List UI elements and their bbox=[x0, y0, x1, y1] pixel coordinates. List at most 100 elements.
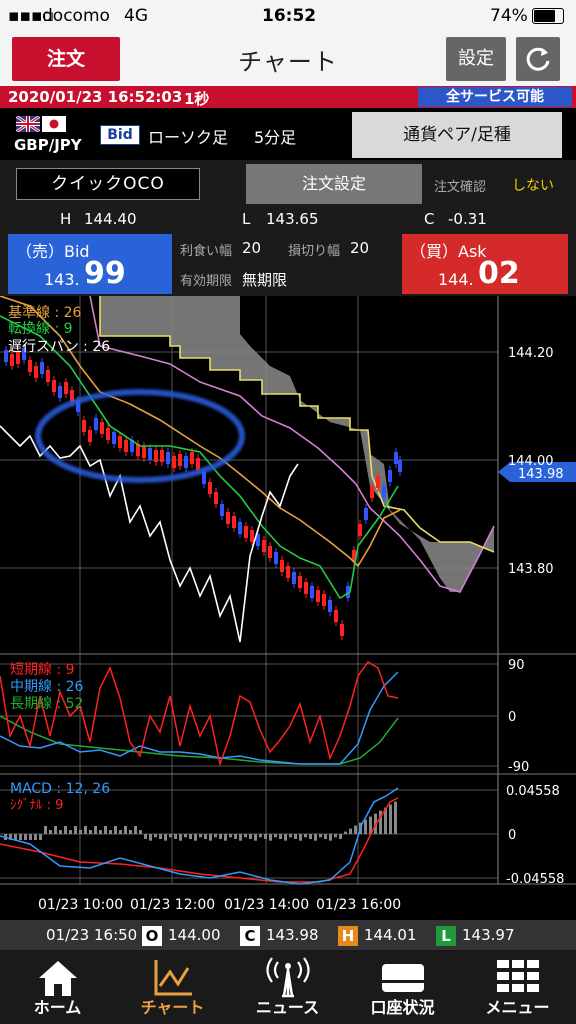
chart-area[interactable]: 143.98 144.20 144.00 143.80 基準線 : 26 転換線… bbox=[0, 295, 576, 920]
tab-account-label: 口座状況 bbox=[370, 998, 435, 1017]
tab-chart[interactable]: チャート bbox=[115, 950, 230, 1024]
candle-body bbox=[112, 432, 116, 444]
candle-body bbox=[106, 428, 110, 440]
macd-hist-bar bbox=[49, 830, 52, 834]
rci-y-tick-minus90: -90 bbox=[508, 760, 529, 775]
pair-name: GBP/JPY bbox=[14, 136, 82, 154]
macd-hist-bar bbox=[214, 834, 217, 838]
y-tick-144.00: 144.00 bbox=[508, 454, 554, 469]
expiry-value[interactable]: 無期限 bbox=[242, 269, 287, 290]
y-tick-144.20: 144.20 bbox=[508, 346, 554, 361]
server-datetime: 2020/01/23 16:52:03 bbox=[8, 88, 183, 106]
macd-hist-bar bbox=[34, 834, 37, 840]
order-confirm-value[interactable]: しない bbox=[512, 175, 554, 195]
tab-news[interactable]: ニュース bbox=[230, 950, 345, 1024]
macd-hist-bar bbox=[259, 834, 262, 838]
macd-hist-bar bbox=[284, 834, 287, 841]
candle-body bbox=[166, 452, 170, 464]
buy-ask-button[interactable]: （買）Ask 144. 02 bbox=[402, 234, 568, 294]
legend-rci-long: 長期線 : 52 bbox=[10, 696, 83, 712]
candle-body bbox=[382, 486, 386, 498]
candle-body bbox=[10, 354, 14, 366]
candle-body bbox=[304, 582, 308, 594]
legend-rci-mid: 中期線 : 26 bbox=[10, 679, 84, 695]
battery-percent: 74% bbox=[490, 6, 528, 26]
open-value: 144.00 bbox=[168, 926, 221, 944]
pair-timeframe-button[interactable]: 通貨ペア/足種 bbox=[352, 112, 562, 158]
bid-price-prefix: 143. bbox=[44, 270, 80, 289]
candlesticks bbox=[4, 344, 402, 640]
order-row: クイックOCO 注文設定 注文確認 しない bbox=[0, 160, 576, 208]
macd-hist-bar bbox=[39, 834, 42, 840]
ask-price-main: 02 bbox=[478, 256, 520, 291]
candle-body bbox=[178, 454, 182, 466]
macd-hist-bar bbox=[99, 830, 102, 834]
candle-body bbox=[172, 456, 176, 468]
change-value: -0.31 bbox=[448, 210, 487, 228]
ask-price-prefix: 144. bbox=[438, 270, 474, 289]
x-tick-2: 01/23 12:00 bbox=[130, 897, 215, 913]
settings-button[interactable]: 設定 bbox=[446, 37, 506, 81]
order-mode-select[interactable]: クイックOCO bbox=[16, 168, 200, 200]
network-type: 4G bbox=[124, 6, 148, 26]
candle-body bbox=[94, 418, 98, 430]
macd-hist-bar bbox=[24, 834, 27, 840]
candle-body bbox=[358, 524, 362, 536]
take-profit-value[interactable]: 20 bbox=[242, 239, 261, 257]
tab-bar: ホーム チャート ニュース 口座状況 メニュー bbox=[0, 950, 576, 1024]
chart-svg[interactable]: 143.98 144.20 144.00 143.80 基準線 : 26 転換線… bbox=[0, 295, 576, 920]
macd-hist-bar bbox=[54, 826, 57, 834]
order-confirm-label: 注文確認 bbox=[434, 180, 487, 195]
macd-hist-bar bbox=[334, 834, 337, 838]
candle-body bbox=[394, 452, 398, 464]
page-title: チャート bbox=[238, 48, 338, 76]
candle-body bbox=[298, 576, 302, 588]
candle-body bbox=[340, 624, 344, 636]
candle-body bbox=[88, 430, 92, 442]
header: 注文 チャート 設定 bbox=[0, 32, 576, 86]
macd-hist-bar bbox=[174, 834, 177, 839]
candle-body bbox=[310, 586, 314, 598]
candle-body bbox=[292, 572, 296, 584]
tab-account[interactable]: 口座状況 bbox=[345, 950, 460, 1024]
expiry-label: 有効期限 bbox=[180, 274, 233, 289]
macd-hist-bar bbox=[204, 834, 207, 839]
refresh-button[interactable] bbox=[516, 37, 560, 81]
candle-body bbox=[334, 610, 338, 622]
macd-hist-bar bbox=[209, 834, 212, 841]
candle-body bbox=[46, 370, 50, 382]
macd-hist-bar bbox=[229, 834, 232, 838]
candle-body bbox=[364, 508, 368, 520]
tab-menu[interactable]: メニュー bbox=[460, 950, 575, 1024]
stop-loss-value[interactable]: 20 bbox=[350, 239, 369, 257]
macd-hist-bar bbox=[184, 834, 187, 838]
x-tick-1: 01/23 10:00 bbox=[38, 897, 123, 913]
bid-ask-row: （売）Bid 143. 99 利食い幅 20 損切り幅 20 有効期限 無期限 … bbox=[0, 230, 576, 296]
annotation-ellipse bbox=[35, 389, 245, 483]
close-value: 143.98 bbox=[266, 926, 319, 944]
candle-body bbox=[274, 552, 278, 564]
candle-body bbox=[154, 450, 158, 462]
macd-hist-bar bbox=[89, 830, 92, 834]
ohlc-row: 01/23 16:50 O 144.00 C 143.98 H 144.01 L… bbox=[0, 920, 576, 950]
candle-body bbox=[328, 600, 332, 612]
x-tick-3: 01/23 14:00 bbox=[224, 897, 309, 913]
stop-loss-label: 損切り幅 bbox=[288, 244, 341, 259]
candle-body bbox=[226, 512, 230, 524]
candle-body bbox=[40, 362, 44, 374]
macd-hist-bar bbox=[179, 834, 182, 841]
tab-home[interactable]: ホーム bbox=[0, 950, 115, 1024]
legend-macd: MACD : 12, 26 bbox=[10, 781, 110, 797]
sell-bid-button[interactable]: （売）Bid 143. 99 bbox=[8, 234, 172, 294]
order-settings-button[interactable]: 注文設定 bbox=[246, 164, 422, 204]
candle-body bbox=[64, 382, 68, 394]
macd-hist-bar bbox=[324, 834, 327, 839]
candle-body bbox=[262, 540, 266, 552]
legend-signal: ｼｸﾞﾅﾙ : 9 bbox=[10, 798, 63, 813]
high-badge: H bbox=[338, 926, 358, 946]
service-status-badge: 全サービス可能 bbox=[418, 87, 572, 107]
macd-hist-bar bbox=[304, 834, 307, 838]
info-bar: 2020/01/23 16:52:03 1秒 全サービス可能 bbox=[0, 86, 576, 108]
macd-hist-bar bbox=[249, 834, 252, 839]
order-button[interactable]: 注文 bbox=[12, 37, 120, 81]
